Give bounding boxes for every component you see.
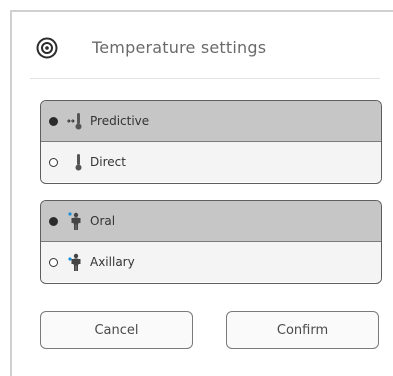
target-icon [36,37,58,59]
option-label: Oral [90,214,116,228]
person-oral-icon [68,212,81,230]
site-radio-group: Oral Axillary [40,200,382,284]
dialog-header: Temperature settings [30,28,380,79]
person-axillary-icon [68,253,81,271]
radio-selected[interactable] [49,116,58,126]
option-predictive[interactable]: Predictive [41,101,381,142]
option-label: Axillary [90,255,135,269]
option-axillary[interactable]: Axillary [41,242,381,282]
confirm-button[interactable]: Confirm [226,311,379,349]
radio-unselected[interactable] [49,257,58,267]
cancel-button[interactable]: Cancel [40,311,193,349]
thermometer-predictive-icon [67,113,82,130]
option-label: Predictive [90,114,150,128]
option-label: Direct [90,155,126,169]
radio-unselected[interactable] [49,157,58,167]
thermometer-icon [75,154,82,171]
radio-selected[interactable] [49,216,58,226]
mode-radio-group: Predictive Direct [40,100,382,184]
option-direct[interactable]: Direct [41,142,381,182]
option-oral[interactable]: Oral [41,201,381,242]
dialog-title: Temperature settings [92,38,267,57]
